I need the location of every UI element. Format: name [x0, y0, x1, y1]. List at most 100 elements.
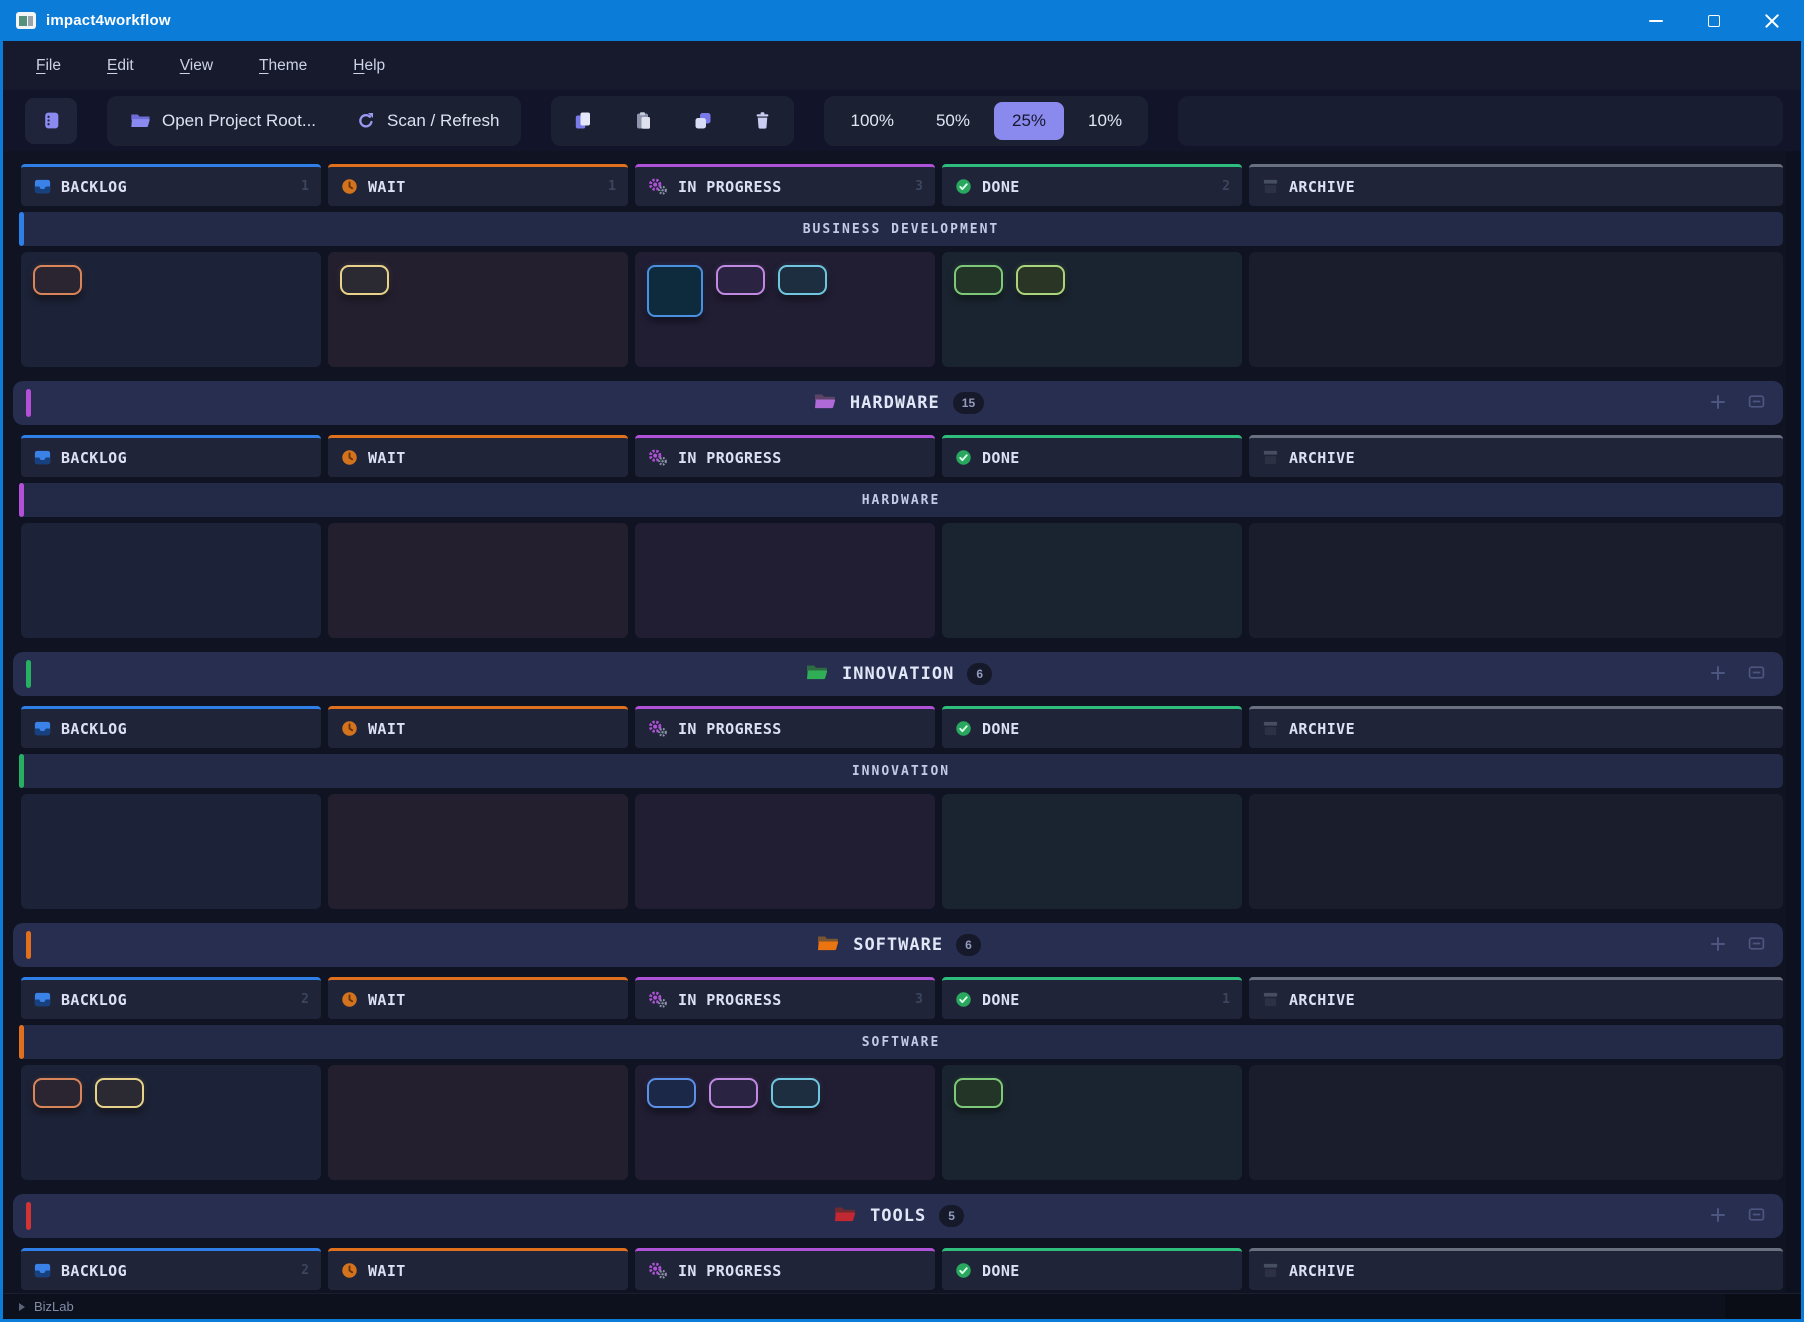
inbox-icon [33, 448, 52, 467]
toolbar: Open Project Root... Scan / Refresh 100%… [3, 90, 1801, 151]
column-header-wait: WAIT [328, 977, 628, 1019]
task-card[interactable] [771, 1078, 820, 1108]
section-accent-bar [26, 660, 31, 688]
maximize-button[interactable] [1685, 0, 1743, 41]
section-header-innovation[interactable]: INNOVATION6 [13, 652, 1783, 696]
minimize-button[interactable] [1627, 0, 1685, 41]
column-headers-software: BACKLOG2WAITIN PROGRESS3DONE1ARCHIVE [21, 977, 1783, 1019]
box-icon [1261, 177, 1280, 196]
group-label: BUSINESS DEVELOPMENT [803, 222, 1000, 237]
menu-help[interactable]: Help [353, 57, 385, 75]
close-icon [1764, 13, 1780, 29]
column-header-inprogress: IN PROGRESS [635, 1248, 935, 1290]
paste-button[interactable] [633, 110, 653, 131]
column-label: WAIT [368, 991, 406, 1009]
section-header-hardware[interactable]: HARDWARE15 [13, 381, 1783, 425]
zoom-10-button[interactable]: 10% [1070, 102, 1140, 140]
column-header-inprogress: IN PROGRESS [635, 706, 935, 748]
sidebar-toggle-button[interactable] [25, 98, 77, 144]
box-icon [1261, 448, 1280, 467]
collapse-section-button[interactable] [1746, 1205, 1767, 1227]
resize-grip[interactable] [1725, 1294, 1801, 1319]
zoom-50-button[interactable]: 50% [918, 102, 988, 140]
app-icon [16, 12, 36, 29]
section-business-development: BACKLOG1WAIT1IN PROGRESS3DONE2ARCHIVEBUS… [13, 164, 1783, 367]
card-cell-wait [328, 794, 628, 909]
menu-edit[interactable]: Edit [107, 57, 134, 75]
task-card[interactable] [716, 265, 765, 295]
column-headers-hardware: BACKLOGWAITIN PROGRESSDONEARCHIVE [21, 435, 1783, 477]
task-card[interactable] [709, 1078, 758, 1108]
add-card-button[interactable] [1706, 932, 1730, 959]
menu-accelerator: F [36, 57, 45, 74]
card-cell-done [942, 794, 1242, 909]
gears-icon [647, 990, 669, 1009]
column-label: ARCHIVE [1289, 991, 1355, 1009]
column-label: BACKLOG [61, 720, 127, 738]
column-label: WAIT [368, 178, 406, 196]
gears-icon [647, 448, 669, 467]
add-card-button[interactable] [1706, 661, 1730, 688]
task-card[interactable] [33, 265, 82, 295]
card-cell-backlog [21, 794, 321, 909]
group-row-software: SOFTWARE [19, 1025, 1783, 1059]
section-header-tools[interactable]: TOOLS5 [13, 1194, 1783, 1238]
scan-refresh-label: Scan / Refresh [387, 111, 499, 131]
group-accent-bar [19, 1025, 24, 1059]
group-row-business-development: BUSINESS DEVELOPMENT [19, 212, 1783, 246]
column-headers-innovation: BACKLOGWAITIN PROGRESSDONEARCHIVE [21, 706, 1783, 748]
collapse-section-button[interactable] [1746, 934, 1767, 956]
column-label: WAIT [368, 1262, 406, 1280]
menu-theme[interactable]: Theme [259, 57, 307, 75]
card-cell-backlog [21, 523, 321, 638]
open-project-button[interactable]: Open Project Root... [129, 111, 316, 131]
collapse-icon [1748, 394, 1765, 412]
task-card[interactable] [647, 1078, 696, 1108]
task-card[interactable] [647, 265, 703, 317]
task-card[interactable] [954, 1078, 1003, 1108]
column-label: WAIT [368, 449, 406, 467]
collapse-section-button[interactable] [1746, 663, 1767, 685]
column-label: DONE [982, 449, 1020, 467]
duplicate-button[interactable] [693, 110, 713, 131]
group-accent-bar [19, 212, 24, 246]
sidebar-icon [41, 110, 62, 131]
column-label: DONE [982, 178, 1020, 196]
delete-button[interactable] [753, 110, 772, 131]
column-count: 1 [1222, 992, 1230, 1007]
section-header-software[interactable]: SOFTWARE6 [13, 923, 1783, 967]
card-cell-done [942, 1065, 1242, 1180]
column-count: 3 [915, 179, 923, 194]
column-header-backlog: BACKLOG [21, 706, 321, 748]
trash-icon [753, 110, 772, 131]
section-innovation: INNOVATION6 BACKLOGWAITIN PROGRESSDONEARC… [13, 652, 1783, 909]
collapse-section-button[interactable] [1746, 392, 1767, 414]
task-card[interactable] [778, 265, 827, 295]
column-label: BACKLOG [61, 449, 127, 467]
column-header-backlog: BACKLOG1 [21, 164, 321, 206]
task-card[interactable] [340, 265, 389, 295]
column-header-done: DONE [942, 706, 1242, 748]
task-card[interactable] [1016, 265, 1065, 295]
menu-view[interactable]: View [180, 57, 213, 75]
clock-icon [340, 990, 359, 1009]
clipboard-actions-group [551, 96, 794, 146]
expander-arrow-icon[interactable] [19, 1303, 25, 1311]
section-title: SOFTWARE [853, 935, 943, 955]
zoom-25-button[interactable]: 25% [994, 102, 1064, 140]
task-card[interactable] [954, 265, 1003, 295]
task-card[interactable] [33, 1078, 82, 1108]
menu-file[interactable]: File [36, 57, 61, 75]
close-button[interactable] [1743, 0, 1801, 41]
zoom-100-button[interactable]: 100% [832, 102, 911, 140]
scrollbar-track[interactable] [1786, 151, 1801, 1293]
add-card-button[interactable] [1706, 390, 1730, 417]
clock-icon [340, 448, 359, 467]
scan-refresh-button[interactable]: Scan / Refresh [356, 111, 499, 131]
task-card[interactable] [95, 1078, 144, 1108]
gears-icon [647, 719, 669, 738]
add-card-button[interactable] [1706, 1203, 1730, 1230]
column-header-wait: WAIT [328, 435, 628, 477]
copy-button[interactable] [573, 110, 593, 131]
column-label: ARCHIVE [1289, 1262, 1355, 1280]
